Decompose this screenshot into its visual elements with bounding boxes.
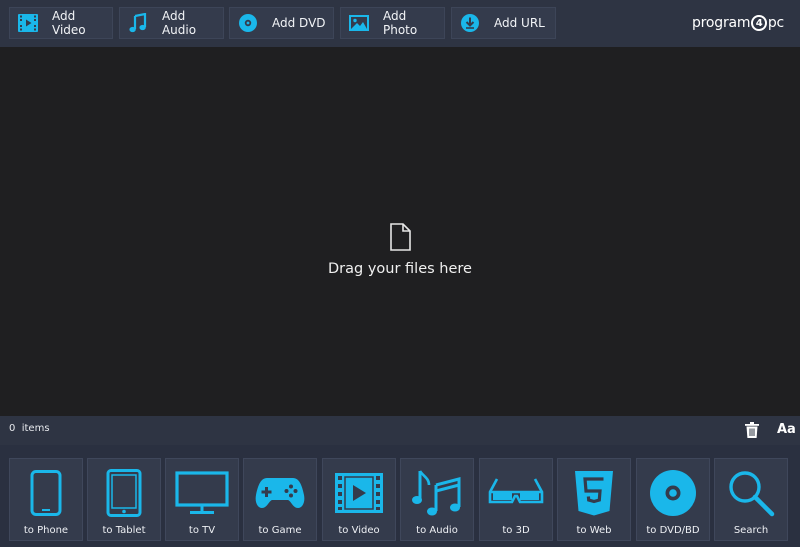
photo-icon xyxy=(349,13,369,33)
file-drop-zone[interactable]: Drag your files here xyxy=(0,47,800,416)
add-url-label: Add URL xyxy=(494,16,545,30)
video-film-icon xyxy=(323,465,395,521)
output-presets-bar: to Phone to Tablet to TV to Game to Vide… xyxy=(0,445,800,547)
logo-text-pc: pc xyxy=(767,15,784,31)
music-icon xyxy=(401,465,473,521)
preset-to-tv[interactable]: to TV xyxy=(165,458,239,541)
preset-label: to TV xyxy=(188,525,216,536)
font-size-button[interactable]: Aa xyxy=(777,422,796,437)
tablet-icon xyxy=(88,465,160,521)
disc-icon xyxy=(637,465,709,521)
add-url-button[interactable]: Add URL xyxy=(451,7,556,39)
music-note-icon xyxy=(128,13,148,33)
gamepad-icon xyxy=(244,465,316,521)
trash-icon[interactable] xyxy=(745,422,759,442)
preset-label: to Tablet xyxy=(102,525,146,536)
preset-label: to Video xyxy=(338,525,380,536)
phone-icon xyxy=(10,465,82,521)
html5-icon xyxy=(558,465,630,521)
preset-label: to Phone xyxy=(23,525,69,536)
preset-to-game[interactable]: to Game xyxy=(243,458,317,541)
3d-glasses-icon xyxy=(480,465,552,521)
disc-icon xyxy=(238,13,258,33)
add-video-label: Add Video xyxy=(52,9,86,37)
app-window: Add Video Add Audio Add DVD Add Photo Ad… xyxy=(0,0,800,547)
add-photo-label: Add Photo xyxy=(383,9,418,37)
preset-label: Search xyxy=(733,525,769,536)
top-toolbar: Add Video Add Audio Add DVD Add Photo Ad… xyxy=(0,0,800,47)
download-cloud-icon xyxy=(460,13,480,33)
preset-to-video[interactable]: to Video xyxy=(322,458,396,541)
preset-to-phone[interactable]: to Phone xyxy=(9,458,83,541)
status-bar: 0 items Aa xyxy=(0,416,800,445)
preset-to-dvd-bd[interactable]: to DVD/BD xyxy=(636,458,710,541)
add-dvd-label: Add DVD xyxy=(272,16,326,30)
program4pc-logo: program 4 pc xyxy=(692,9,784,37)
preset-label: to Web xyxy=(576,525,612,536)
preset-label: to Audio xyxy=(416,525,458,536)
add-dvd-button[interactable]: Add DVD xyxy=(229,7,334,39)
item-count: 0 items xyxy=(9,423,50,434)
preset-to-audio[interactable]: to Audio xyxy=(400,458,474,541)
add-photo-button[interactable]: Add Photo xyxy=(340,7,445,39)
tv-icon xyxy=(166,465,238,521)
logo-text-program: program xyxy=(692,15,751,31)
preset-label: to 3D xyxy=(502,525,530,536)
logo-text-4: 4 xyxy=(751,15,767,31)
drop-hint-text: Drag your files here xyxy=(328,261,472,277)
film-icon xyxy=(18,13,38,33)
preset-to-3d[interactable]: to 3D xyxy=(479,458,553,541)
file-icon xyxy=(389,223,411,255)
add-audio-button[interactable]: Add Audio xyxy=(119,7,224,39)
search-button[interactable]: Search xyxy=(714,458,788,541)
item-count-value: 0 xyxy=(9,423,16,434)
item-count-unit: items xyxy=(21,423,50,434)
preset-to-web[interactable]: to Web xyxy=(557,458,631,541)
add-video-button[interactable]: Add Video xyxy=(9,7,113,39)
search-icon xyxy=(715,465,787,521)
preset-label: to DVD/BD xyxy=(646,525,700,536)
add-audio-label: Add Audio xyxy=(161,9,197,37)
preset-label: to Game xyxy=(258,525,302,536)
preset-to-tablet[interactable]: to Tablet xyxy=(87,458,161,541)
